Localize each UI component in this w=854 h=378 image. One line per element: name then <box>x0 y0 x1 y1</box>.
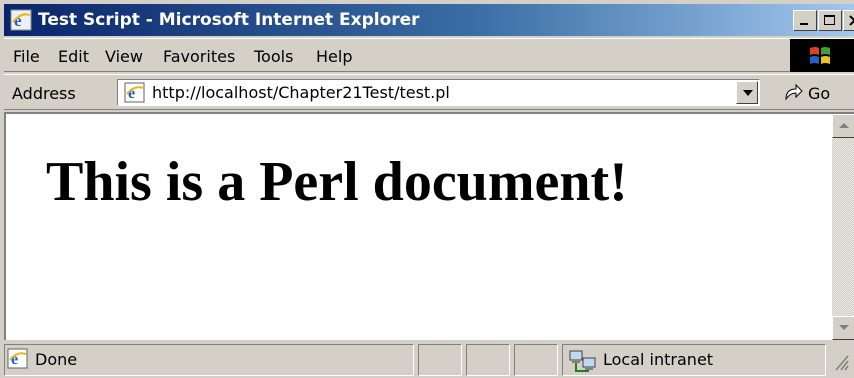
scroll-up-button[interactable] <box>832 114 854 138</box>
browser-window: e Test Script - Microsoft Internet Explo… <box>0 0 854 378</box>
security-zone-text: Local intranet <box>603 350 714 369</box>
ie-icon: e <box>10 9 32 31</box>
menu-favorites[interactable]: Favorites <box>163 47 235 66</box>
go-button[interactable]: Go <box>782 81 852 105</box>
go-label: Go <box>808 84 831 103</box>
status-pane <box>514 344 558 376</box>
status-pane <box>466 344 510 376</box>
menu-view[interactable]: View <box>105 47 143 66</box>
menu-tools[interactable]: Tools <box>254 47 293 66</box>
security-zone-pane: Local intranet <box>562 344 826 376</box>
chevron-down-icon <box>743 90 753 96</box>
windows-logo-icon <box>810 47 830 64</box>
maximize-button[interactable] <box>818 10 842 31</box>
ie-page-icon: e <box>7 348 28 369</box>
status-main-pane: e Done <box>4 344 414 376</box>
menu-bar: File Edit View Favorites Tools Help <box>4 38 854 72</box>
ie-page-icon: e <box>124 82 145 103</box>
address-url: http://localhost/Chapter21Test/test.pl <box>152 83 450 102</box>
arrow-up-icon <box>839 123 849 128</box>
address-label: Address <box>12 84 76 103</box>
menu-edit[interactable]: Edit <box>58 47 89 66</box>
minimize-icon <box>800 23 808 25</box>
vertical-scrollbar[interactable] <box>832 114 854 340</box>
status-pane <box>418 344 462 376</box>
window-title: Test Script - Microsoft Internet Explore… <box>38 10 420 30</box>
page-viewport[interactable]: This is a Perl document! <box>4 112 854 340</box>
title-bar[interactable]: e Test Script - Microsoft Internet Explo… <box>4 4 854 36</box>
scroll-down-button[interactable] <box>832 316 854 340</box>
menu-help[interactable]: Help <box>316 47 352 66</box>
address-input[interactable]: e http://localhost/Chapter21Test/test.pl <box>117 79 760 106</box>
close-button[interactable] <box>843 10 854 31</box>
close-icon <box>849 15 854 26</box>
address-dropdown-button[interactable] <box>736 81 758 104</box>
go-arrow-icon <box>785 83 803 101</box>
throbber <box>790 39 854 72</box>
address-bar: Address e http://localhost/Chapter21Test… <box>4 74 854 110</box>
resize-grip-icon[interactable] <box>830 350 850 372</box>
local-intranet-icon <box>569 350 596 372</box>
page-heading: This is a Perl document! <box>46 151 628 213</box>
menu-file[interactable]: File <box>13 47 40 66</box>
minimize-button[interactable] <box>793 10 817 31</box>
maximize-icon <box>824 15 835 25</box>
arrow-down-icon <box>839 325 849 330</box>
status-text: Done <box>35 350 78 369</box>
status-bar: e Done Local intranet <box>4 342 854 378</box>
